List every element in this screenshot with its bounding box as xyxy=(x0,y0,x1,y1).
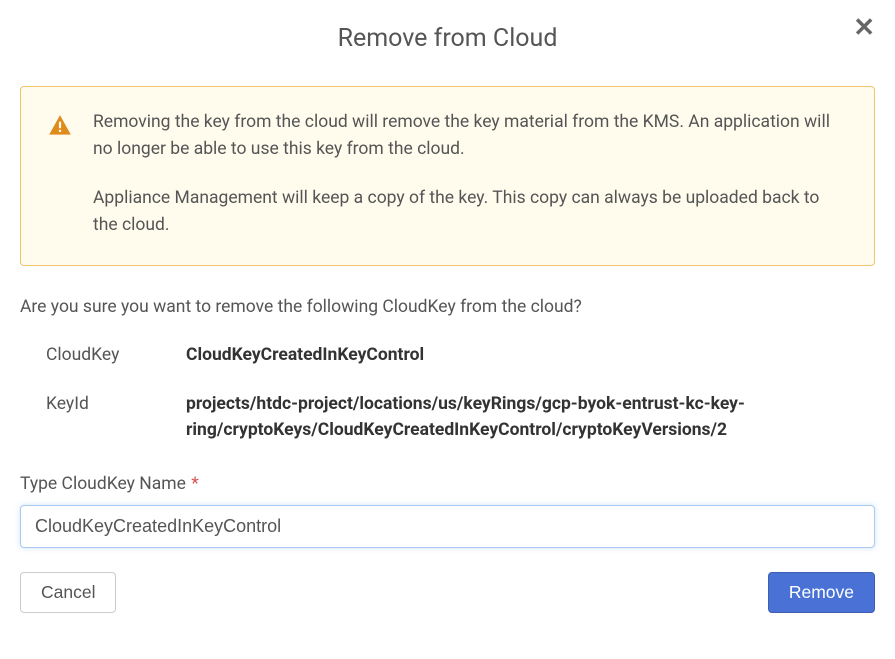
warning-paragraph-1: Removing the key from the cloud will rem… xyxy=(93,109,848,163)
cancel-button[interactable]: Cancel xyxy=(20,572,116,613)
details-table: CloudKey CloudKeyCreatedInKeyControl Key… xyxy=(46,342,875,443)
warning-alert: Removing the key from the cloud will rem… xyxy=(20,86,875,267)
warning-icon xyxy=(47,109,73,139)
close-icon: ✕ xyxy=(853,12,875,42)
cloudkey-name-input[interactable] xyxy=(20,505,875,548)
remove-button[interactable]: Remove xyxy=(768,572,875,613)
keyid-label: KeyId xyxy=(46,391,186,444)
required-asterisk: * xyxy=(187,474,199,494)
warning-paragraph-2: Appliance Management will keep a copy of… xyxy=(93,185,848,239)
confirm-question: Are you sure you want to remove the foll… xyxy=(20,294,875,320)
cloudkey-value: CloudKeyCreatedInKeyControl xyxy=(186,342,875,368)
close-button[interactable]: ✕ xyxy=(853,14,875,40)
cloudkey-label: CloudKey xyxy=(46,342,186,368)
input-label: Type CloudKey Name * xyxy=(20,471,875,497)
dialog-title: Remove from Cloud xyxy=(338,24,558,53)
keyid-value: projects/htdc-project/locations/us/keyRi… xyxy=(186,391,875,444)
